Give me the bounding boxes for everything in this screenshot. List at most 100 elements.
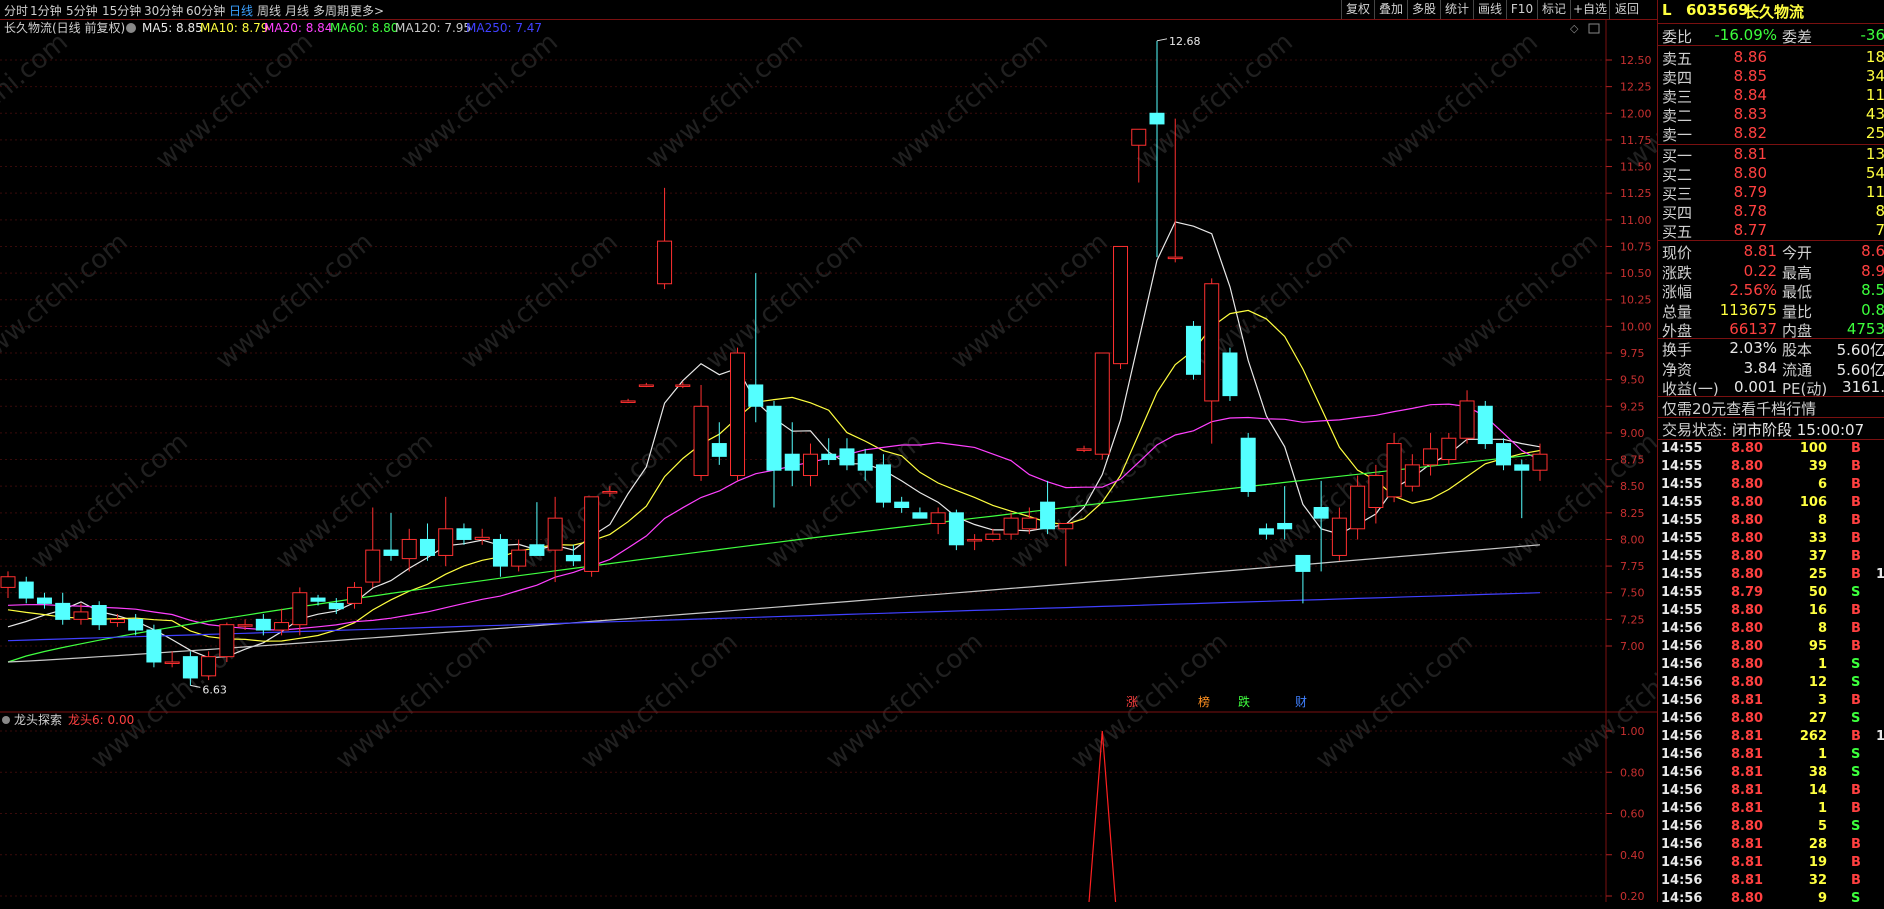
candle-body (1, 577, 15, 588)
price-tick-label: 9.25 (1620, 400, 1645, 413)
candle-body (1460, 401, 1474, 438)
tick-price: 8.81 (1731, 747, 1763, 762)
book-price: 8.85 (1662, 67, 1767, 85)
candle-body (129, 619, 143, 630)
event-marker[interactable]: 财 (1295, 695, 1307, 709)
multi-stock-button[interactable]: 多股 (1407, 0, 1440, 19)
f10-button[interactable]: F10 (1506, 0, 1537, 19)
diamond-icon[interactable]: ◇ (1570, 22, 1579, 35)
stat-row: 现价8.81今开8.6 (1662, 242, 1884, 262)
period-monthly[interactable]: 月线 (285, 2, 309, 19)
tick-side: B (1851, 873, 1861, 888)
divider (1658, 45, 1884, 46)
tick-time: 14:56 (1661, 711, 1702, 726)
tick-row: 14:55 8.80 106 B (1661, 495, 1881, 513)
tick-extra: 1 (1876, 729, 1884, 744)
tick-time: 14:55 (1661, 603, 1702, 618)
event-marker[interactable]: 榜 (1198, 694, 1210, 709)
stat-row: 外盘66137内盘4753 (1662, 320, 1884, 340)
candle-body (311, 598, 325, 601)
sell-level-row[interactable]: 卖一8.8225 (1662, 124, 1884, 144)
price-tick-label: 8.75 (1620, 454, 1645, 467)
period-multi[interactable]: 多周期 (313, 2, 349, 19)
back-button[interactable]: 返回 (1609, 0, 1644, 19)
tick-side: S (1851, 747, 1860, 762)
tick-row: 14:56 8.81 14 B (1661, 783, 1881, 801)
tick-side: B (1851, 729, 1861, 744)
settings-icon[interactable] (126, 23, 136, 33)
buy-level-row[interactable]: 买三8.7911 (1662, 183, 1884, 203)
tick-volume: 50 (1809, 585, 1827, 600)
stats-button[interactable]: 统计 (1440, 0, 1473, 19)
candle-body (1405, 465, 1419, 486)
buy-level-row[interactable]: 买一8.8113 (1662, 145, 1884, 165)
buy-level-row[interactable]: 买二8.8054 (1662, 164, 1884, 184)
indicator-settings-icon[interactable] (2, 716, 10, 724)
candle-body (913, 513, 927, 518)
period-30min[interactable]: 30分钟 (144, 2, 183, 19)
tick-extra: 1 (1876, 567, 1884, 582)
tick-time: 14:56 (1661, 675, 1702, 690)
tick-side: B (1851, 603, 1861, 618)
tick-row: 14:56 8.80 12 S (1661, 675, 1881, 693)
period-daily[interactable]: 日线 (229, 2, 253, 19)
candle-body (19, 582, 33, 598)
stat-value: 2.56% (1662, 281, 1777, 299)
add-watchlist-button[interactable]: +自选 (1570, 0, 1609, 19)
tick-volume: 3 (1818, 693, 1827, 708)
tick-price: 8.80 (1731, 441, 1763, 456)
tick-time: 14:56 (1661, 855, 1702, 870)
buy-level-row[interactable]: 买四8.788 (1662, 202, 1884, 222)
stat-value: 2.03% (1662, 339, 1777, 357)
buy-level-row[interactable]: 买五8.777 (1662, 221, 1884, 241)
watermark-text: www.cfchi.com (575, 627, 744, 775)
tick-side: S (1851, 657, 1860, 672)
candle-body (74, 612, 88, 619)
sell-level-row[interactable]: 卖四8.8534 (1662, 67, 1884, 87)
overlay-button[interactable]: 叠加 (1374, 0, 1407, 19)
candle-body (1059, 523, 1073, 528)
stock-name: 长久物流 (1744, 1, 1804, 22)
event-marker[interactable]: 跌 (1238, 694, 1250, 709)
period-5min[interactable]: 5分钟 (66, 2, 98, 19)
tick-row: 14:55 8.80 39 B (1661, 459, 1881, 477)
kline-chart[interactable]: www.cfchi.comwww.cfchi.comwww.cfchi.comw… (0, 19, 1657, 902)
fuquan-button[interactable]: 复权 (1341, 0, 1374, 19)
sell-level-row[interactable]: 卖三8.8411 (1662, 86, 1884, 106)
tick-side: B (1851, 801, 1861, 816)
maximize-icon[interactable] (1589, 24, 1599, 33)
divider (1658, 396, 1884, 397)
tick-price: 8.80 (1731, 639, 1763, 654)
ma250-label: MA250: 7.47 (466, 21, 542, 35)
tick-time: 14:55 (1661, 567, 1702, 582)
candle-body (895, 502, 909, 507)
draw-line-button[interactable]: 画线 (1473, 0, 1506, 19)
candle-body (676, 385, 690, 387)
candle-body (1114, 246, 1128, 363)
indicator-tick-label: 0.20 (1620, 890, 1645, 902)
candle-body (1533, 454, 1547, 470)
market-prefix: L (1662, 1, 1672, 19)
indicator-title: 龙头探索 (14, 713, 62, 727)
period-15min[interactable]: 15分钟 (102, 2, 141, 19)
period-fenshi[interactable]: 分时 (4, 2, 28, 19)
period-weekly[interactable]: 周线 (257, 2, 281, 19)
sell-level-row[interactable]: 卖二8.8343 (1662, 105, 1884, 125)
book-volume: 7 (1875, 221, 1884, 239)
period-1min[interactable]: 1分钟 (30, 2, 62, 19)
period-60min[interactable]: 60分钟 (186, 2, 225, 19)
watermark-text: www.cfchi.com (0, 27, 74, 175)
promo-row[interactable]: 仅需20元查看千档行情 (1662, 398, 1884, 418)
event-marker[interactable]: 涨 (1126, 694, 1138, 709)
tick-volume: 16 (1809, 603, 1827, 618)
period-more[interactable]: 更多> (350, 2, 384, 19)
promo-text[interactable]: 仅需20元查看千档行情 (1662, 398, 1816, 419)
mark-button[interactable]: 标记 (1537, 0, 1570, 19)
divider (1658, 240, 1884, 241)
candle-body (1186, 326, 1200, 374)
tick-volume: 9 (1818, 891, 1827, 906)
sell-level-row[interactable]: 卖五8.8618 (1662, 48, 1884, 68)
tick-time: 14:56 (1661, 657, 1702, 672)
candle-body (785, 454, 799, 470)
tick-row: 14:56 8.81 3 B (1661, 693, 1881, 711)
